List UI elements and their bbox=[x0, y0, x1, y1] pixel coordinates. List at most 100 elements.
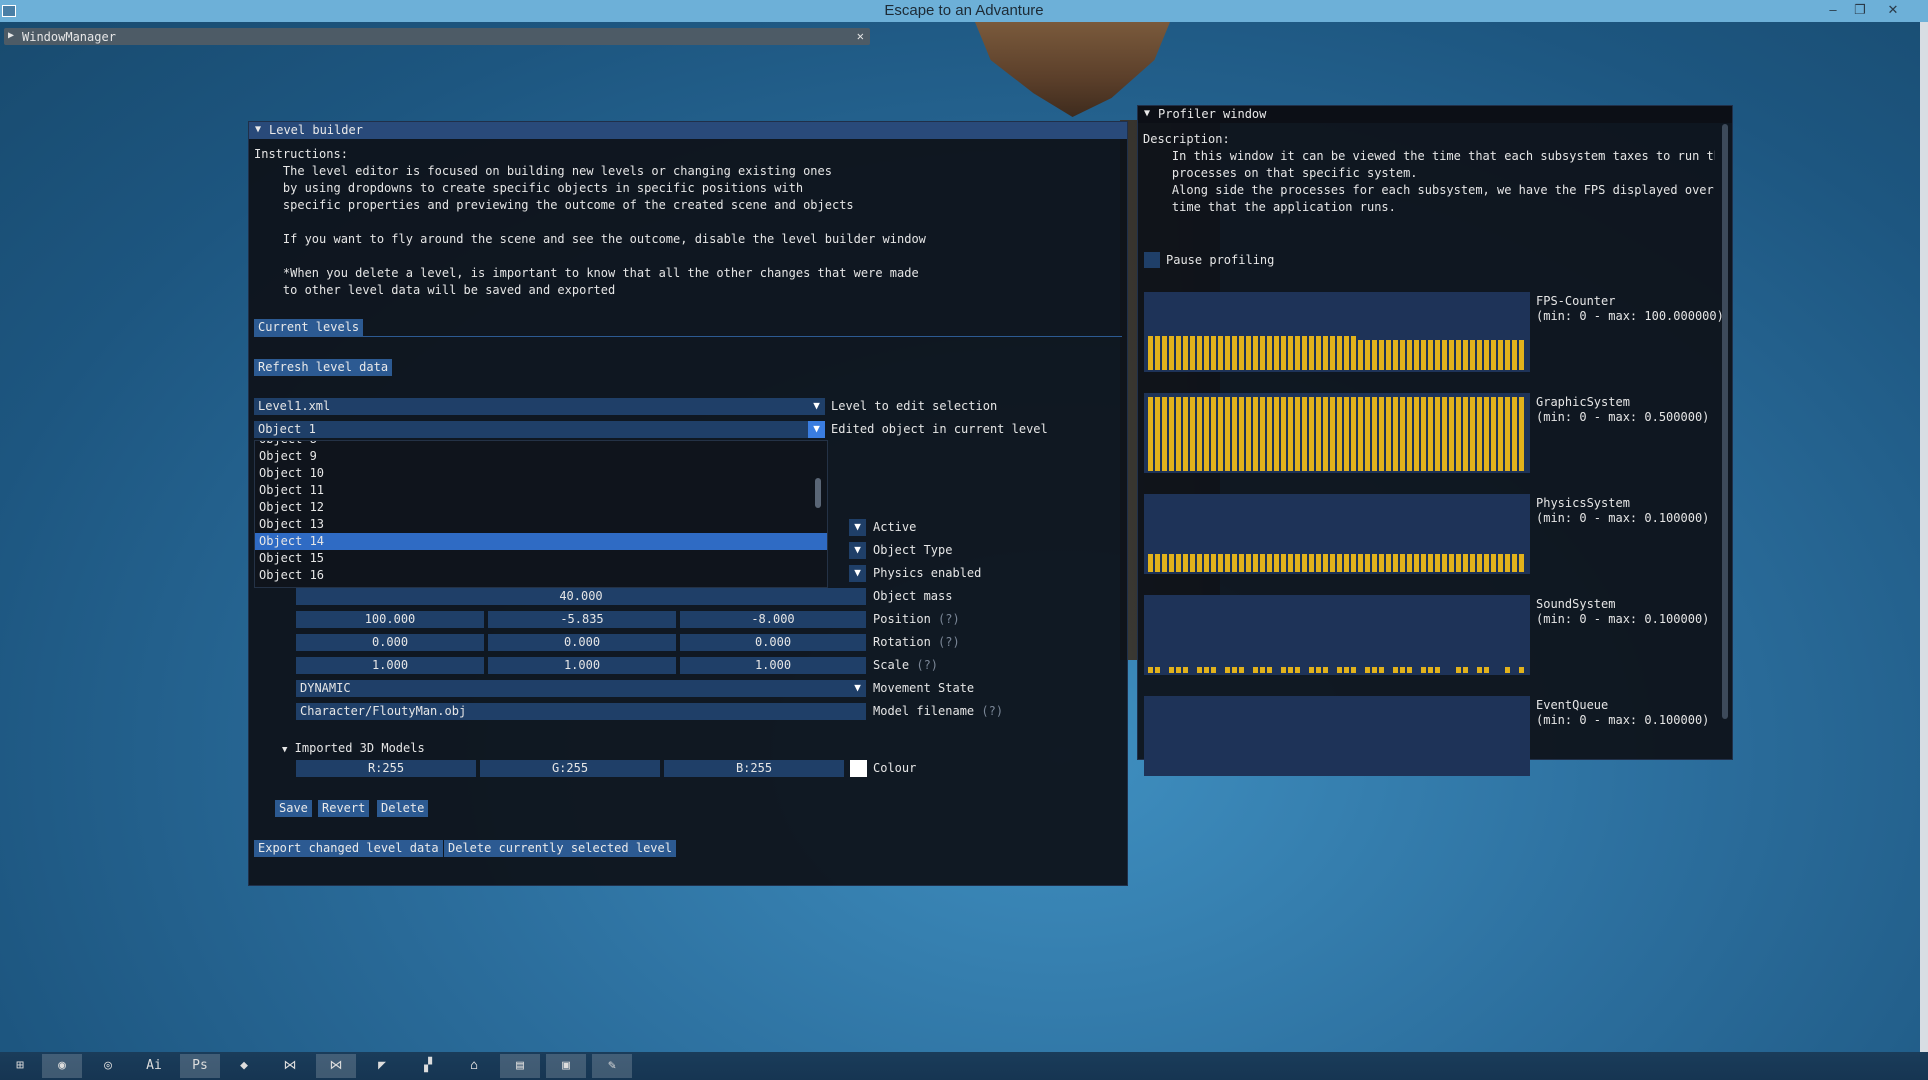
graph-bars bbox=[1148, 667, 1524, 673]
graph-bar bbox=[1344, 667, 1349, 673]
colour-swatch[interactable] bbox=[850, 760, 867, 777]
delete-button[interactable]: Delete bbox=[377, 800, 429, 817]
graph-bar bbox=[1379, 340, 1384, 370]
graph-bar bbox=[1372, 397, 1377, 471]
git-icon[interactable]: ◆ bbox=[224, 1054, 264, 1078]
position-x-input[interactable]: 100.000 bbox=[296, 611, 484, 628]
chevron-down-icon[interactable]: ▼ bbox=[808, 398, 825, 415]
vscode-icon[interactable]: ◤ bbox=[362, 1054, 402, 1078]
side-scrollbar[interactable] bbox=[1920, 22, 1928, 1052]
graph-bar bbox=[1183, 336, 1188, 370]
close-icon[interactable]: ✕ bbox=[857, 29, 864, 43]
object-dropdown-list[interactable]: Object 8Object 9Object 10Object 11Object… bbox=[254, 440, 828, 588]
physics-dropdown-icon[interactable]: ▼ bbox=[849, 565, 866, 582]
object-list-item[interactable]: Object 12 bbox=[255, 499, 827, 516]
window-manager-bar[interactable]: ▶ WindowManager ✕ bbox=[4, 28, 870, 45]
tree-arrow-icon[interactable]: ▼ bbox=[282, 745, 287, 755]
help-icon[interactable]: (?) bbox=[981, 704, 1003, 718]
object-list-item[interactable]: Object 15 bbox=[255, 550, 827, 567]
collapse-arrow-icon[interactable]: ▼ bbox=[1144, 108, 1150, 119]
object-list-item[interactable]: Object 14 bbox=[255, 533, 827, 550]
pycharm-icon[interactable]: ▞ bbox=[408, 1054, 448, 1078]
close-icon[interactable]: ✕ bbox=[1880, 0, 1906, 22]
graph-bar bbox=[1239, 554, 1244, 572]
collapse-arrow-icon[interactable]: ▼ bbox=[255, 124, 261, 135]
profiler-scrollbar[interactable] bbox=[1722, 124, 1728, 719]
object-list-item[interactable]: Object 13 bbox=[255, 516, 827, 533]
visual-studio-icon[interactable]: ⋈ bbox=[270, 1054, 310, 1078]
model-filename-label: Model filename (?) bbox=[873, 704, 1004, 718]
scale-x-input[interactable]: 1.000 bbox=[296, 657, 484, 674]
restore-icon[interactable]: ❐ bbox=[1847, 0, 1873, 22]
instruction-line bbox=[254, 214, 926, 231]
object-mass-input[interactable]: 40.000 bbox=[296, 588, 866, 605]
rotation-y-input[interactable]: 0.000 bbox=[488, 634, 676, 651]
object-list-item[interactable]: Object 16 bbox=[255, 567, 827, 584]
tab-current-levels-label[interactable]: Current levels bbox=[254, 319, 364, 336]
chrome-icon[interactable]: ◉ bbox=[42, 1054, 82, 1078]
graph-bar bbox=[1428, 340, 1433, 370]
illustrator-icon[interactable]: Ai bbox=[134, 1054, 174, 1078]
graph-bar bbox=[1169, 397, 1174, 471]
paint-icon[interactable]: ✎ bbox=[592, 1054, 632, 1078]
help-icon[interactable]: (?) bbox=[916, 658, 938, 672]
help-icon[interactable]: (?) bbox=[938, 612, 960, 626]
start-icon[interactable]: ⊞ bbox=[0, 1054, 40, 1078]
pause-profiling-checkbox[interactable] bbox=[1144, 252, 1160, 268]
level-builder-header[interactable]: ▼ Level builder bbox=[249, 122, 1127, 139]
graph-bar bbox=[1218, 554, 1223, 572]
graph-bars bbox=[1148, 336, 1524, 370]
colour-b-input[interactable]: B:255 bbox=[664, 760, 844, 777]
active-dropdown-icon[interactable]: ▼ bbox=[849, 519, 866, 536]
colour-label: Colour bbox=[873, 761, 917, 775]
level-select[interactable]: Level1.xml bbox=[254, 398, 812, 415]
spotify-icon[interactable]: ◎ bbox=[88, 1054, 128, 1078]
rotation-x-input[interactable]: 0.000 bbox=[296, 634, 484, 651]
object-list-item[interactable]: Object 11 bbox=[255, 482, 827, 499]
profiler-header[interactable]: ▼ Profiler window bbox=[1138, 106, 1732, 123]
dropdown-scrollbar[interactable] bbox=[815, 478, 821, 508]
expand-arrow-icon[interactable]: ▶ bbox=[8, 30, 14, 41]
graph-bar bbox=[1519, 554, 1524, 572]
graph-bar bbox=[1267, 554, 1272, 572]
colour-r-input[interactable]: R:255 bbox=[296, 760, 476, 777]
minimize-icon[interactable]: – bbox=[1820, 0, 1846, 22]
delete-level-label: Delete currently selected level bbox=[444, 840, 676, 857]
revert-button[interactable]: Revert bbox=[318, 800, 370, 817]
scale-z-input[interactable]: 1.000 bbox=[680, 657, 866, 674]
object-list-item[interactable]: Object 8 bbox=[255, 441, 827, 448]
object-list-item[interactable]: Object 9 bbox=[255, 448, 827, 465]
graph-bar bbox=[1218, 336, 1223, 370]
movement-state-select[interactable]: DYNAMIC bbox=[296, 680, 853, 697]
position-y-input[interactable]: -5.835 bbox=[488, 611, 676, 628]
description-line: Description: bbox=[1143, 132, 1230, 146]
graph-bar bbox=[1211, 554, 1216, 572]
graph-bar bbox=[1435, 667, 1440, 673]
scale-y-input[interactable]: 1.000 bbox=[488, 657, 676, 674]
help-icon[interactable]: (?) bbox=[938, 635, 960, 649]
imported-models-node[interactable]: ▼ Imported 3D Models bbox=[282, 740, 425, 759]
delete-level-button[interactable]: Delete currently selected level bbox=[444, 840, 676, 857]
colour-g-input[interactable]: G:255 bbox=[480, 760, 660, 777]
android-studio-icon[interactable]: ⌂ bbox=[454, 1054, 494, 1078]
tab-current-levels[interactable]: Current levels bbox=[254, 319, 364, 336]
file-explorer-icon[interactable]: ▤ bbox=[500, 1054, 540, 1078]
app-window-icon[interactable]: ▣ bbox=[546, 1054, 586, 1078]
refresh-level-data-button[interactable]: Refresh level data bbox=[254, 359, 393, 376]
graph-bar bbox=[1267, 336, 1272, 370]
graph-bar bbox=[1379, 667, 1384, 673]
rotation-z-input[interactable]: 0.000 bbox=[680, 634, 866, 651]
position-z-input[interactable]: -8.000 bbox=[680, 611, 866, 628]
graph-bar bbox=[1183, 667, 1188, 673]
object-type-dropdown-icon[interactable]: ▼ bbox=[849, 542, 866, 559]
export-level-data-button[interactable]: Export changed level data bbox=[254, 840, 443, 857]
object-list-item[interactable]: Object 10 bbox=[255, 465, 827, 482]
photoshop-icon[interactable]: Ps bbox=[180, 1054, 220, 1078]
model-filename-input[interactable]: Character/FloutyMan.obj bbox=[296, 703, 866, 720]
chevron-down-icon[interactable]: ▼ bbox=[808, 421, 825, 438]
visual-studio-2-icon[interactable]: ⋈ bbox=[316, 1054, 356, 1078]
save-button[interactable]: Save bbox=[275, 800, 312, 817]
graph-bar bbox=[1288, 554, 1293, 572]
chevron-down-icon[interactable]: ▼ bbox=[849, 680, 866, 697]
object-select[interactable]: Object 1 bbox=[254, 421, 812, 438]
